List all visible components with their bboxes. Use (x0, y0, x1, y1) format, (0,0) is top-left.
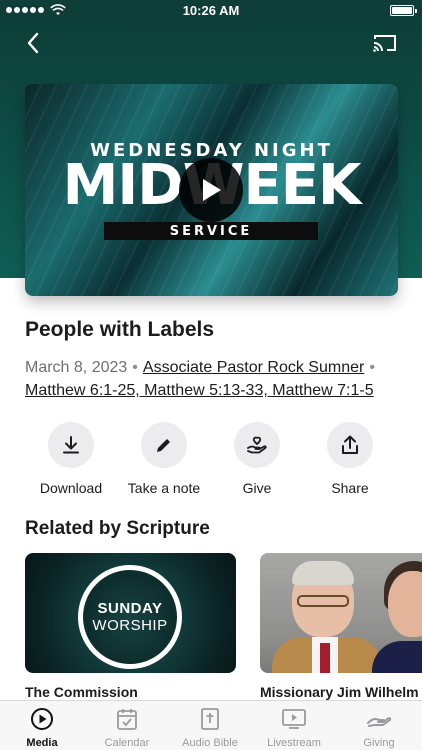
take-note-label: Take a note (127, 480, 201, 496)
video-title-line3: SERVICE (104, 222, 318, 240)
status-bar: 10:26 AM (0, 0, 422, 22)
give-hand-heart-icon (247, 436, 267, 454)
photo-detail (320, 643, 330, 673)
tab-bar: Media Calendar Audio Bible Livestream Gi… (0, 700, 422, 750)
download-label: Download (39, 480, 103, 496)
sermon-meta: March 8, 2023 • Associate Pastor Rock Sumn… (25, 356, 405, 402)
photo-detail (292, 561, 354, 585)
sermon-title: People with Labels (25, 318, 215, 341)
related-item-thumbnail[interactable]: SUNDAY WORSHIP (25, 553, 236, 673)
sermon-date: March 8, 2023 (25, 359, 128, 376)
tab-media[interactable]: Media (0, 707, 84, 749)
tab-livestream-label: Livestream (267, 737, 321, 749)
download-button[interactable]: Download (23, 422, 119, 496)
play-circle-icon (31, 708, 53, 730)
tab-giving-label: Giving (363, 737, 395, 749)
tab-audio-bible-label: Audio Bible (182, 737, 238, 749)
cast-icon (373, 35, 396, 52)
share-circle[interactable] (327, 422, 373, 468)
play-icon (203, 179, 221, 201)
speaker-link[interactable]: Associate Pastor Rock Sumner (143, 359, 364, 376)
tv-play-icon (282, 709, 306, 729)
take-note-circle[interactable] (141, 422, 187, 468)
tab-livestream[interactable]: Livestream (252, 707, 336, 749)
download-icon (63, 436, 79, 454)
give-label: Give (242, 480, 272, 496)
related-item-title[interactable]: The Commission (25, 684, 138, 700)
giving-hand-icon (367, 717, 392, 727)
related-item-thumbnail[interactable] (260, 553, 422, 673)
calendar-icon (117, 709, 137, 730)
meta-separator: • (369, 359, 375, 376)
pencil-icon (157, 439, 170, 452)
photo-detail (297, 595, 349, 607)
related-section-title: Related by Scripture (25, 518, 210, 539)
sunday-worship-badge: SUNDAY WORSHIP (78, 565, 182, 669)
scripture-link[interactable]: Matthew 6:1-25, Matthew 5:13-33, Matthew… (25, 382, 374, 399)
download-circle[interactable] (48, 422, 94, 468)
share-icon (342, 435, 358, 454)
tab-calendar[interactable]: Calendar (85, 707, 169, 749)
thumb-line1: SUNDAY (97, 600, 163, 617)
related-item-title[interactable]: Missionary Jim Wilhelm (260, 684, 419, 700)
bible-icon (201, 708, 219, 730)
photo-person (372, 641, 422, 673)
give-circle[interactable] (234, 422, 280, 468)
photo-detail (388, 571, 422, 637)
tab-audio-bible[interactable]: Audio Bible (168, 707, 252, 749)
video-player[interactable]: WEDNESDAY NIGHT MIDWEEK SERVICE (25, 84, 398, 296)
chevron-left-icon (27, 32, 39, 54)
thumb-line2: WORSHIP (92, 617, 168, 634)
cast-button[interactable] (370, 30, 400, 56)
back-button[interactable] (18, 28, 48, 58)
play-button[interactable] (179, 158, 243, 222)
status-time: 10:26 AM (182, 3, 240, 18)
tab-giving[interactable]: Giving (337, 707, 421, 749)
share-button[interactable]: Share (302, 422, 398, 496)
share-label: Share (331, 480, 369, 496)
give-button[interactable]: Give (209, 422, 305, 496)
take-note-button[interactable]: Take a note (116, 422, 212, 496)
meta-separator: • (132, 359, 138, 376)
action-row: Download Take a note Give Share (24, 422, 404, 502)
tab-calendar-label: Calendar (104, 737, 150, 749)
battery-icon (390, 5, 417, 16)
tab-media-label: Media (26, 737, 58, 749)
